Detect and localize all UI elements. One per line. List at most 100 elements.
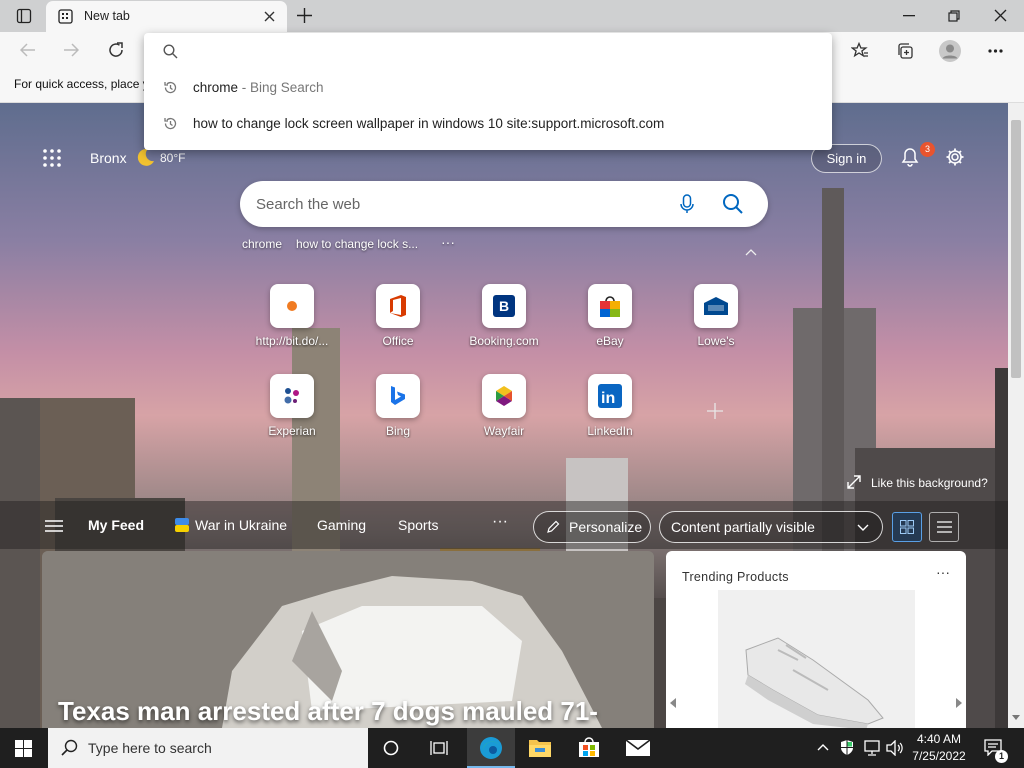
suggestion-term: how to change lock screen wallpaper in w… xyxy=(193,116,665,131)
taskbar-search-placeholder: Type here to search xyxy=(88,740,212,756)
settings-more-icon[interactable] xyxy=(988,49,1003,53)
collections-icon[interactable] xyxy=(896,42,914,60)
suggestion-source: - Bing Search xyxy=(238,80,324,95)
show-hidden-icons-chevron[interactable] xyxy=(817,744,829,751)
top-site-label: Office xyxy=(382,334,414,348)
personalize-label: Personalize xyxy=(569,519,643,535)
top-site[interactable]: eBay xyxy=(550,284,670,348)
linkedin-icon: in xyxy=(598,384,622,408)
trending-products-title: Trending Products xyxy=(682,570,789,584)
web-search-box[interactable]: Search the web xyxy=(240,181,768,227)
top-site-label: Wayfair xyxy=(483,424,525,438)
top-site[interactable]: Office xyxy=(338,284,458,348)
carousel-next-icon[interactable] xyxy=(955,698,962,708)
content-visibility-dropdown[interactable]: Content partially visible xyxy=(659,511,883,543)
address-input[interactable] xyxy=(188,37,818,65)
minimize-icon[interactable] xyxy=(903,15,915,17)
tab-title: New tab xyxy=(84,9,130,23)
nav-sports[interactable]: Sports xyxy=(398,517,438,533)
file-explorer-icon[interactable] xyxy=(529,738,551,757)
scrollbar-thumb[interactable] xyxy=(1011,120,1021,378)
search-icon[interactable] xyxy=(722,193,744,215)
apps-launcher-icon[interactable] xyxy=(43,149,61,167)
top-site-label: eBay xyxy=(596,334,624,348)
top-site[interactable]: in LinkedIn xyxy=(550,374,670,438)
news-headline[interactable]: Texas man arrested after 7 dogs mauled 7… xyxy=(58,696,598,727)
recent-searches-more[interactable]: ··· xyxy=(441,234,455,250)
nav-war-in-ukraine[interactable]: War in Ukraine xyxy=(195,517,287,533)
tab-new-tab[interactable]: New tab xyxy=(46,1,287,32)
close-window-icon[interactable] xyxy=(994,9,1007,22)
top-site[interactable]: B Booking.com xyxy=(444,284,564,348)
nav-more[interactable]: ··· xyxy=(492,513,508,531)
expand-background-icon[interactable] xyxy=(847,475,861,489)
notifications-bell-icon[interactable] xyxy=(900,147,920,167)
office-icon xyxy=(387,294,409,318)
pencil-icon xyxy=(546,520,560,534)
favorites-icon[interactable] xyxy=(851,42,869,59)
new-tab-plus-icon[interactable] xyxy=(296,7,313,24)
tab-actions-icon[interactable] xyxy=(16,8,32,24)
edge-taskbar-button[interactable] xyxy=(467,728,515,768)
weather-location[interactable]: Bronx xyxy=(90,150,127,166)
top-site[interactable]: http://bit.do/... xyxy=(232,284,352,348)
security-shield-icon[interactable] xyxy=(840,739,854,756)
top-site[interactable]: Lowe's xyxy=(656,284,776,348)
refresh-icon[interactable] xyxy=(107,41,125,59)
forward-icon[interactable] xyxy=(63,43,79,57)
like-background-link[interactable]: Like this background? xyxy=(871,476,988,490)
top-site[interactable]: Wayfair xyxy=(444,374,564,438)
web-search-input[interactable]: Search the web xyxy=(256,196,360,213)
restore-icon[interactable] xyxy=(948,10,960,22)
profile-avatar[interactable] xyxy=(939,40,961,62)
recent-search[interactable]: chrome xyxy=(242,237,282,251)
grid-layout-button[interactable] xyxy=(892,512,922,542)
weather-temperature[interactable]: 80°F xyxy=(160,151,186,165)
windows-start-icon[interactable] xyxy=(15,740,32,757)
address-search-icon xyxy=(163,44,178,59)
top-site-label: Experian xyxy=(268,424,316,438)
network-icon[interactable] xyxy=(863,740,881,756)
clock-date: 7/25/2022 xyxy=(912,749,966,763)
collapse-chevron-icon[interactable] xyxy=(745,249,757,256)
product-image[interactable] xyxy=(718,590,915,730)
top-site-label: Lowe's xyxy=(697,334,735,348)
recent-search[interactable]: how to change lock s... xyxy=(296,237,418,251)
taskbar-search-box[interactable]: Type here to search xyxy=(48,728,368,768)
task-view-icon[interactable] xyxy=(430,740,448,756)
volume-icon[interactable] xyxy=(886,740,904,756)
top-site[interactable]: Experian xyxy=(232,374,352,438)
taskbar-clock[interactable]: 4:40 AM 7/25/2022 xyxy=(905,731,973,765)
history-icon xyxy=(163,80,178,95)
scroll-down-arrow[interactable] xyxy=(1012,715,1020,721)
news-card[interactable]: Texas man arrested after 7 dogs mauled 7… xyxy=(42,551,654,728)
experian-icon xyxy=(281,385,303,407)
back-icon[interactable] xyxy=(20,43,36,57)
top-site-label: LinkedIn xyxy=(587,424,633,438)
favorites-bar-hint: For quick access, place y xyxy=(14,77,149,91)
trending-more-options[interactable]: ··· xyxy=(936,564,950,580)
windows-taskbar: Type here to search 4:40 AM 7/25/2022 1 xyxy=(0,728,1024,768)
page-settings-gear-icon[interactable] xyxy=(945,147,965,167)
suggestion-term: chrome xyxy=(193,80,239,95)
list-layout-button[interactable] xyxy=(929,512,959,542)
chevron-down-icon xyxy=(857,524,869,531)
personalize-button[interactable]: Personalize xyxy=(533,511,651,543)
nav-my-feed[interactable]: My Feed xyxy=(88,517,144,533)
close-tab-icon[interactable] xyxy=(264,11,275,22)
cortana-icon[interactable] xyxy=(383,740,399,756)
top-site[interactable]: Bing xyxy=(338,374,458,438)
mail-icon[interactable] xyxy=(626,740,650,756)
new-tab-page-icon xyxy=(58,9,73,24)
top-site-label: Bing xyxy=(385,424,411,438)
suggestion-item[interactable]: chrome - Bing Search xyxy=(144,71,832,105)
suggestion-item[interactable]: how to change lock screen wallpaper in w… xyxy=(144,107,832,141)
carousel-prev-icon[interactable] xyxy=(670,698,677,708)
address-bar-dropdown: chrome - Bing Search how to change lock … xyxy=(144,33,832,150)
microphone-icon[interactable] xyxy=(680,194,694,214)
hamburger-menu-icon[interactable] xyxy=(45,520,63,532)
nav-gaming[interactable]: Gaming xyxy=(317,517,366,533)
add-site-plus-icon[interactable] xyxy=(707,403,723,419)
orange-dot-icon xyxy=(286,300,298,312)
microsoft-store-icon[interactable] xyxy=(578,736,600,758)
